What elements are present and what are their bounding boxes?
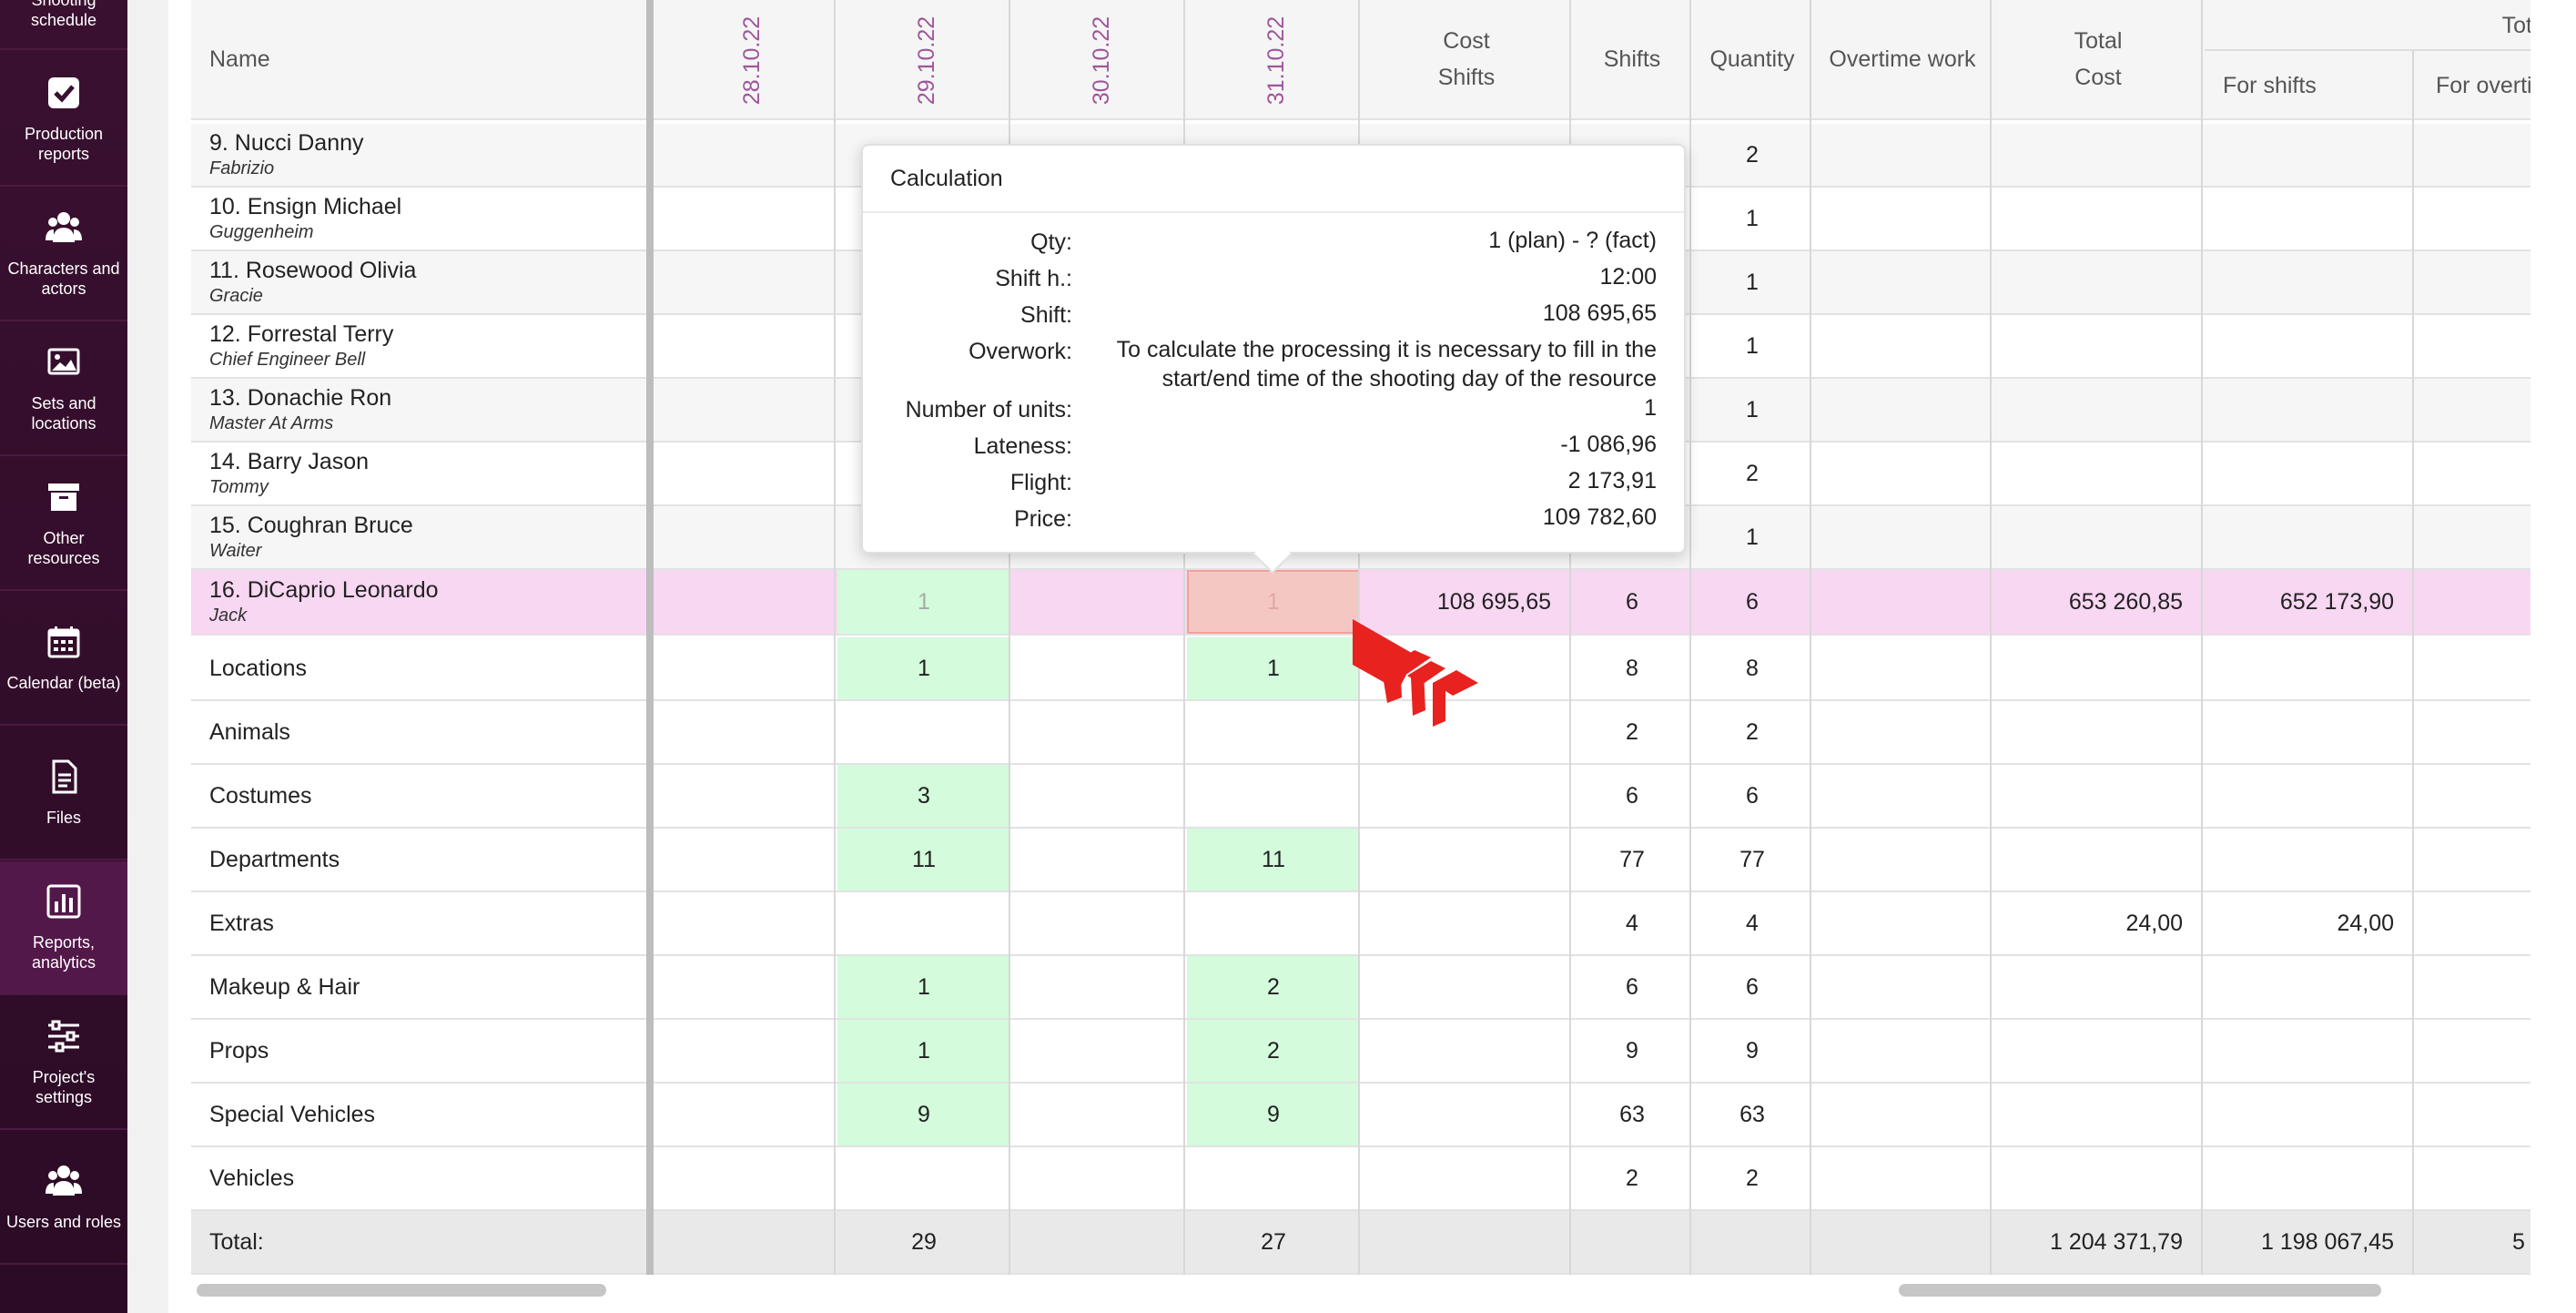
archive-box-icon — [48, 483, 79, 511]
sidebar-item-other-resources[interactable]: Other resources — [0, 457, 127, 591]
sidebar-item-label: Files — [46, 808, 81, 827]
people-icon — [46, 211, 82, 242]
sidebar-item-production-reports[interactable]: Production reports — [0, 53, 127, 187]
category-row[interactable]: Departments 11 11 77 77 — [191, 829, 2530, 892]
header-date-28[interactable]: 28.10.22 — [661, 0, 836, 118]
users-icon — [46, 1165, 82, 1196]
cursor-arrow-icon — [1353, 619, 1478, 727]
header-for-shifts[interactable]: For shifts — [2205, 51, 2414, 120]
total-row: Total: 29 27 1 204 371,79 1 198 067,45 5 — [191, 1211, 2530, 1275]
shift-cell[interactable]: 1 — [837, 570, 1010, 634]
sliders-icon — [48, 1020, 79, 1052]
checkbox-icon — [48, 76, 79, 108]
sidebar-item-shooting-schedule[interactable]: Shooting schedule — [0, 0, 127, 50]
sidebar-item-label: Users and roles — [5, 1212, 122, 1231]
grid-line — [1689, 0, 1691, 1275]
sidebar-item-label: Characters and actors — [7, 259, 120, 298]
calculation-popup: Calculation Qty: 1 (plan) - ? (fact) Shi… — [861, 144, 1686, 575]
right-scrollbar-thumb[interactable] — [1899, 1284, 2381, 1297]
grid-line — [1810, 0, 1811, 1275]
table-header: Name 28.10.22 29.10.22 30.10.22 31.10.22… — [191, 0, 2530, 120]
sidebar-item-calendar[interactable]: Calendar (beta) — [0, 592, 127, 726]
image-icon — [47, 348, 80, 374]
sidebar-item-label: Shooting schedule — [30, 0, 97, 29]
category-row[interactable]: Makeup & Hair 1 2 6 6 — [191, 956, 2530, 1020]
category-row[interactable]: Special Vehicles 9 9 63 63 — [191, 1084, 2530, 1147]
sidebar: Shooting schedule Production reports Cha… — [0, 0, 127, 1313]
popup-title: Calculation — [863, 146, 1684, 213]
sidebar-item-label: Other resources — [27, 528, 100, 567]
header-shifts[interactable]: Shifts — [1573, 0, 1691, 118]
bar-chart-icon — [46, 884, 81, 918]
grid-line — [2412, 51, 2414, 1275]
sidebar-item-users[interactable]: Users and roles — [0, 1131, 127, 1265]
header-quantity[interactable]: Quantity — [1693, 0, 1811, 118]
header-name[interactable]: Name — [191, 0, 646, 118]
sidebar-item-label: Calendar (beta) — [6, 673, 121, 692]
header-date-30[interactable]: 30.10.22 — [1012, 0, 1185, 118]
sidebar-item-label: Reports, analytics — [31, 932, 96, 972]
sidebar-item-label: Production reports — [24, 124, 104, 163]
shift-cell-selected[interactable]: 1 — [1187, 570, 1360, 634]
frozen-column-divider[interactable] — [646, 0, 654, 1275]
sidebar-item-sets[interactable]: Sets and locations — [0, 322, 127, 456]
sidebar-item-label: Project's settings — [32, 1067, 96, 1106]
header-total-cost[interactable]: Total Cost — [1993, 0, 2203, 118]
file-icon — [52, 759, 77, 793]
header-overtime[interactable]: Overtime work — [1813, 0, 1992, 118]
category-row[interactable]: Costumes 3 6 6 — [191, 765, 2530, 829]
left-scrollbar-thumb[interactable] — [197, 1284, 606, 1297]
sidebar-item-project-settings[interactable]: Project's settings — [0, 996, 127, 1130]
sidebar-item-reports[interactable]: Reports, analytics — [0, 861, 127, 995]
header-for-overtime[interactable]: For overti — [2416, 51, 2530, 120]
calendar-icon — [47, 626, 80, 657]
header-date-31[interactable]: 31.10.22 — [1187, 0, 1360, 118]
grid-line — [834, 0, 836, 1275]
sidebar-item-label: Sets and locations — [31, 393, 96, 433]
header-cost-shifts[interactable]: Cost Shifts — [1362, 0, 1571, 118]
header-date-29[interactable]: 29.10.22 — [837, 0, 1010, 118]
category-row[interactable]: Props 1 2 9 9 — [191, 1020, 2530, 1084]
header-group-total: Tot — [2205, 0, 2530, 51]
sidebar-item-characters[interactable]: Characters and actors — [0, 188, 127, 321]
category-row[interactable]: Extras 4 4 24,00 24,00 — [191, 892, 2530, 956]
grid-line — [1990, 0, 1992, 1275]
grid-line — [2201, 0, 2203, 1275]
category-row[interactable]: Vehicles 2 2 — [191, 1147, 2530, 1211]
sidebar-item-files[interactable]: Files — [0, 727, 127, 860]
